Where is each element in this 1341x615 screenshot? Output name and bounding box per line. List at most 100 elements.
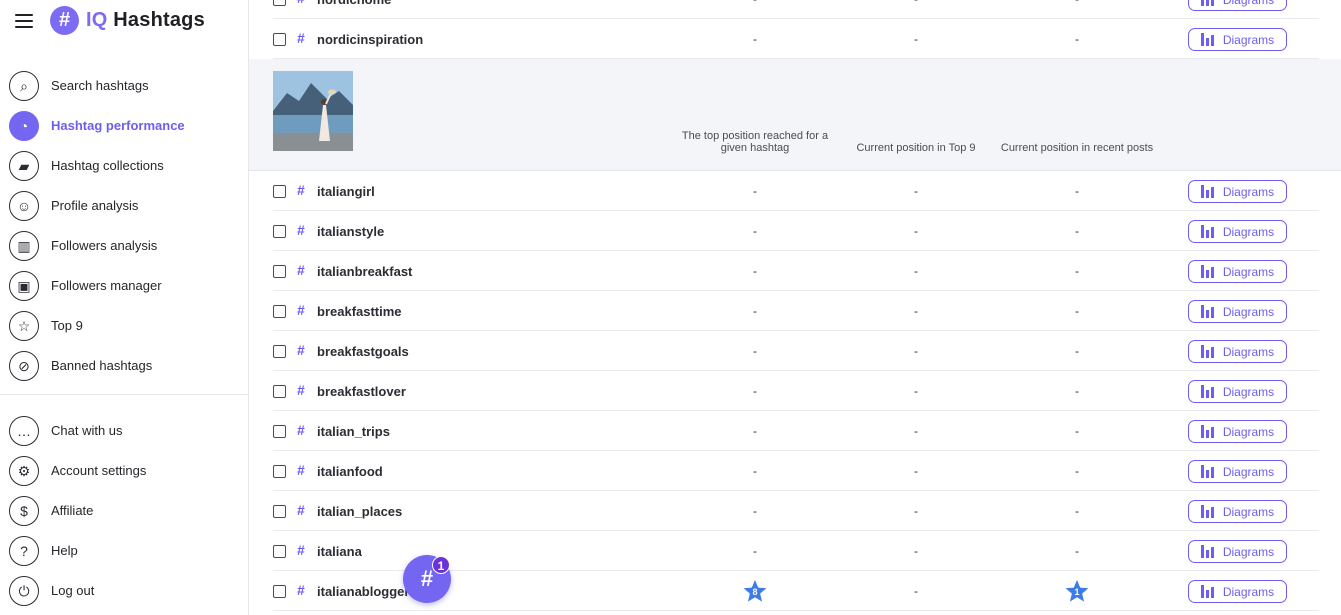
- diagrams-button[interactable]: Diagrams: [1188, 220, 1287, 243]
- sidebar-item-followers-manager[interactable]: ▣ Followers manager: [0, 266, 249, 306]
- sidebar-item-chat-with-us[interactable]: … Chat with us: [0, 411, 249, 451]
- hashtag-name[interactable]: nordichome: [317, 0, 391, 7]
- post-thumbnail[interactable]: [273, 71, 353, 151]
- hash-icon: #: [297, 582, 305, 598]
- hashtag-name[interactable]: italiangirl: [317, 184, 375, 199]
- hashtag-name[interactable]: breakfasttime: [317, 304, 402, 319]
- row-checkbox[interactable]: [273, 385, 286, 398]
- table-row: # breakfastgoals - - - Diagrams: [273, 331, 1319, 371]
- post-header: The top position reached for a given has…: [249, 59, 1341, 171]
- row-checkbox[interactable]: [273, 505, 286, 518]
- row-checkbox[interactable]: [273, 465, 286, 478]
- top-position-value: -: [753, 264, 757, 278]
- top9-position-value: -: [914, 424, 918, 438]
- sidebar-item-search-hashtags[interactable]: ⌕ Search hashtags: [0, 66, 249, 106]
- row-checkbox[interactable]: [273, 305, 286, 318]
- sidebar-item-label: Log out: [51, 583, 95, 598]
- star-value: 1: [1074, 587, 1080, 597]
- hash-icon: #: [297, 182, 305, 198]
- diagrams-label: Diagrams: [1222, 584, 1275, 599]
- hash-icon: #: [297, 462, 305, 478]
- logo-prefix: IQ: [86, 9, 108, 31]
- top9-position-value: -: [914, 264, 918, 278]
- row-checkbox[interactable]: [273, 585, 286, 598]
- top-position-value: -: [753, 344, 757, 358]
- sidebar-item-hashtag-collections[interactable]: ▰ Hashtag collections: [0, 146, 249, 186]
- diagrams-button[interactable]: Diagrams: [1188, 260, 1287, 283]
- sidebar-item-followers-analysis[interactable]: ▥ Followers analysis: [0, 226, 249, 266]
- sidebar-item-help[interactable]: ? Help: [0, 531, 249, 571]
- row-checkbox[interactable]: [273, 225, 286, 238]
- row-checkbox[interactable]: [273, 185, 286, 198]
- sidebar-item-banned-hashtags[interactable]: ⊘ Banned hashtags: [0, 346, 249, 386]
- diagrams-button[interactable]: Diagrams: [1188, 0, 1287, 11]
- hashtag-name[interactable]: nordicinspiration: [317, 32, 423, 47]
- top-position-value: -: [753, 384, 757, 398]
- sidebar-item-top-9[interactable]: ☆ Top 9: [0, 306, 249, 346]
- diagrams-button[interactable]: Diagrams: [1188, 180, 1287, 203]
- search-icon: ⌕: [9, 71, 39, 101]
- recent-position-value: -: [1075, 544, 1079, 558]
- hashtag-name[interactable]: italian_trips: [317, 424, 390, 439]
- ban-icon: ⊘: [9, 351, 39, 381]
- hashtag-name[interactable]: italianstyle: [317, 224, 384, 239]
- hashtag-name[interactable]: italiana: [317, 544, 362, 559]
- hash-icon: #: [297, 502, 305, 518]
- top9-position-value: -: [914, 464, 918, 478]
- sidebar-item-affiliate[interactable]: $ Affiliate: [0, 491, 249, 531]
- menu-icon[interactable]: [15, 14, 33, 28]
- top-position-value: -: [753, 32, 757, 46]
- top-position-value: -: [753, 504, 757, 518]
- diagrams-button[interactable]: Diagrams: [1188, 540, 1287, 563]
- row-checkbox[interactable]: [273, 545, 286, 558]
- top-position-value: -: [753, 184, 757, 198]
- hashtag-name[interactable]: italianbreakfast: [317, 264, 412, 279]
- row-checkbox[interactable]: [273, 33, 286, 46]
- power-icon: ⏻: [9, 576, 39, 606]
- logo-text: IQ Hashtags: [86, 9, 205, 32]
- diagrams-button[interactable]: Diagrams: [1188, 340, 1287, 363]
- hash-icon: #: [297, 382, 305, 398]
- top9-position-value: -: [914, 384, 918, 398]
- column-header-top-position: The top position reached for a given has…: [681, 130, 829, 154]
- logo-name: Hashtags: [113, 9, 205, 31]
- sidebar-item-label: Help: [51, 543, 78, 558]
- sidebar-item-label: Banned hashtags: [51, 358, 153, 373]
- diagrams-label: Diagrams: [1222, 504, 1275, 519]
- folder-icon: ▰: [9, 151, 39, 181]
- top-position-value: -: [753, 464, 757, 478]
- row-checkbox[interactable]: [273, 425, 286, 438]
- table-row: # italianbreakfast - - - Diagrams: [273, 251, 1319, 291]
- diagrams-button[interactable]: Diagrams: [1188, 460, 1287, 483]
- top-position-value: -: [753, 424, 757, 438]
- row-checkbox[interactable]: [273, 265, 286, 278]
- sidebar-item-account-settings[interactable]: ⚙ Account settings: [0, 451, 249, 491]
- hash-icon: #: [297, 0, 305, 6]
- top9-position-value: -: [914, 304, 918, 318]
- diagrams-label: Diagrams: [1222, 304, 1275, 319]
- position-star-icon: 8: [742, 579, 768, 605]
- diagrams-button[interactable]: Diagrams: [1188, 580, 1287, 603]
- chat-icon: …: [9, 416, 39, 446]
- diagrams-label: Diagrams: [1222, 384, 1275, 399]
- sidebar-item-profile-analysis[interactable]: ☺ Profile analysis: [0, 186, 249, 226]
- diagrams-button[interactable]: Diagrams: [1188, 420, 1287, 443]
- diagrams-button[interactable]: Diagrams: [1188, 500, 1287, 523]
- row-checkbox[interactable]: [273, 0, 286, 6]
- diagrams-button[interactable]: Diagrams: [1188, 28, 1287, 51]
- table-row: # italiangirl - - - Diagrams: [273, 171, 1319, 211]
- sidebar-item-label: Account settings: [51, 463, 147, 478]
- hashtag-name[interactable]: breakfastlover: [317, 384, 406, 399]
- hashtag-name[interactable]: italian_places: [317, 504, 402, 519]
- row-checkbox[interactable]: [273, 345, 286, 358]
- hashtag-name[interactable]: italianfood: [317, 464, 383, 479]
- diagrams-button[interactable]: Diagrams: [1188, 300, 1287, 323]
- recent-position-value: -: [1075, 304, 1079, 318]
- sidebar-item-hashtag-performance[interactable]: ◔ Hashtag performance: [0, 106, 249, 146]
- hashtag-name[interactable]: breakfastgoals: [317, 344, 409, 359]
- sidebar-item-label: Top 9: [51, 318, 83, 333]
- diagrams-button[interactable]: Diagrams: [1188, 380, 1287, 403]
- sidebar-item-log-out[interactable]: ⏻ Log out: [0, 571, 249, 611]
- top-position-value: -: [753, 304, 757, 318]
- recent-position-value: -: [1075, 32, 1079, 46]
